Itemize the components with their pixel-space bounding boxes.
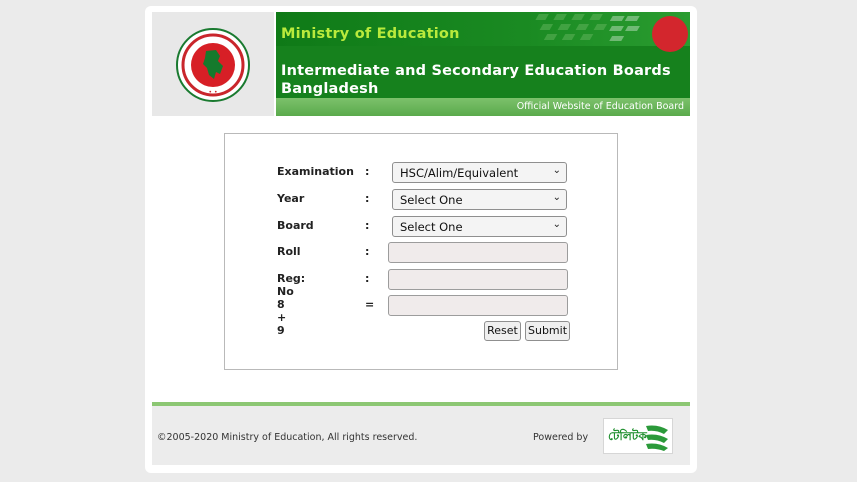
field-label: Year: [277, 192, 305, 205]
bangladesh-govt-seal-icon: • •: [176, 28, 250, 102]
official-website-caption: Official Website of Education Board: [516, 101, 684, 112]
select-value: Select One: [400, 220, 463, 234]
flag-stripes-decoration: [535, 14, 688, 52]
select-value: Select One: [400, 193, 463, 207]
roll-input[interactable]: [388, 242, 568, 263]
powered-by-label: Powered by: [533, 432, 589, 443]
chevron-down-icon: ⌄: [552, 219, 561, 230]
page-card: • • Ministry of Education Intermediate a…: [145, 6, 697, 473]
header-banner: Ministry of Education Intermediate and S…: [276, 12, 690, 116]
examination-select[interactable]: HSC/Alim/Equivalent ⌄: [392, 162, 567, 183]
board-select[interactable]: Select One ⌄: [392, 216, 567, 237]
captcha-question: 8 + 9: [277, 298, 287, 337]
svg-text:• •: • •: [209, 89, 218, 96]
field-separator: =: [365, 298, 375, 311]
reset-button[interactable]: Reset: [484, 321, 521, 341]
select-value: HSC/Alim/Equivalent: [400, 166, 519, 180]
field-label: Roll: [277, 245, 301, 258]
field-label: Board: [277, 219, 314, 232]
result-form: Examination : HSC/Alim/Equivalent ⌄ Year…: [224, 133, 618, 370]
teletalk-swoosh-icon: [646, 425, 668, 451]
boards-title-line1: Intermediate and Secondary Education Boa…: [281, 63, 671, 79]
field-separator: :: [365, 165, 370, 178]
captcha-answer-input[interactable]: [388, 295, 568, 316]
field-label: Reg: No: [277, 272, 306, 298]
field-label: Examination: [277, 165, 354, 178]
teletalk-logo[interactable]: টেলিটক: [603, 418, 673, 454]
boards-title-line2: Bangladesh: [281, 81, 379, 97]
teletalk-logo-text: টেলিটক: [608, 429, 647, 443]
chevron-down-icon: ⌄: [552, 165, 561, 176]
field-separator: :: [365, 245, 370, 258]
site-header: • • Ministry of Education Intermediate a…: [152, 12, 690, 116]
field-separator: :: [365, 219, 370, 232]
field-separator: :: [365, 192, 370, 205]
site-footer: ©2005-2020 Ministry of Education, All ri…: [152, 406, 690, 465]
copyright-text: ©2005-2020 Ministry of Education, All ri…: [157, 432, 418, 443]
chevron-down-icon: ⌄: [552, 192, 561, 203]
reg-no-input[interactable]: [388, 269, 568, 290]
govt-logo-box: • •: [152, 12, 274, 116]
year-select[interactable]: Select One ⌄: [392, 189, 567, 210]
ministry-title: Ministry of Education: [281, 26, 460, 42]
submit-button[interactable]: Submit: [525, 321, 570, 341]
field-separator: :: [365, 272, 370, 285]
boards-title: Intermediate and Secondary Education Boa…: [281, 62, 681, 98]
